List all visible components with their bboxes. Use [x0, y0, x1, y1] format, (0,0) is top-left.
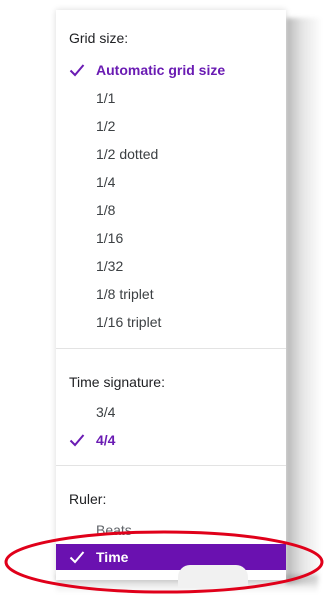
grid-size-option-label: Automatic grid size [96, 62, 226, 78]
grid-size-option-1-1[interactable]: 1/1 [56, 84, 286, 112]
grid-size-option-1-8-triplet[interactable]: 1/8 triplet [56, 280, 286, 308]
grid-size-option-1-2[interactable]: 1/2 [56, 112, 286, 140]
ruler-option-time[interactable]: Time [56, 544, 286, 570]
grid-size-option-1-8[interactable]: 1/8 [56, 196, 286, 224]
check-icon [69, 551, 85, 564]
menu-shadow-right [286, 18, 322, 584]
grid-size-heading: Grid size: [69, 30, 129, 46]
grid-size-option-label: 1/16 triplet [96, 314, 162, 330]
time-signature-option-4-4[interactable]: 4/4 [56, 426, 286, 454]
grid-size-option-1-16[interactable]: 1/16 [56, 224, 286, 252]
ruler-option-label: Time [96, 549, 129, 565]
check-icon [69, 64, 85, 77]
settings-dropdown-menu: Grid size: Automatic grid size 1/1 1/2 1… [56, 10, 286, 580]
grid-size-option-1-4[interactable]: 1/4 [56, 168, 286, 196]
ruler-heading: Ruler: [69, 491, 107, 507]
section-divider [56, 465, 286, 466]
grid-size-option-label: 1/2 [96, 118, 116, 134]
grid-size-option-1-16-triplet[interactable]: 1/16 triplet [56, 308, 286, 336]
ruler-option-beats[interactable]: Beats [56, 516, 286, 544]
grid-size-option-label: 1/4 [96, 174, 116, 190]
grid-size-option-label: 1/16 [96, 230, 124, 246]
check-icon [69, 434, 85, 447]
time-signature-option-label: 3/4 [96, 404, 116, 420]
grid-size-option-label: 1/32 [96, 258, 124, 274]
grid-size-option-label: 1/8 [96, 202, 116, 218]
grid-size-option-label: 1/8 triplet [96, 286, 154, 302]
grid-size-option-1-32[interactable]: 1/32 [56, 252, 286, 280]
grid-size-option-1-2-dotted[interactable]: 1/2 dotted [56, 140, 286, 168]
grid-size-option-label: 1/2 dotted [96, 146, 159, 162]
time-signature-heading: Time signature: [69, 374, 165, 390]
grid-size-option-automatic[interactable]: Automatic grid size [56, 56, 286, 84]
section-divider [56, 348, 286, 349]
grid-size-option-label: 1/1 [96, 90, 116, 106]
time-signature-option-3-4[interactable]: 3/4 [56, 398, 286, 426]
ruler-option-label: Beats [96, 522, 132, 538]
time-signature-option-label: 4/4 [96, 432, 116, 448]
screenshot-stage: Grid size: Automatic grid size 1/1 1/2 1… [0, 0, 328, 597]
page-corner-shape [178, 565, 248, 587]
